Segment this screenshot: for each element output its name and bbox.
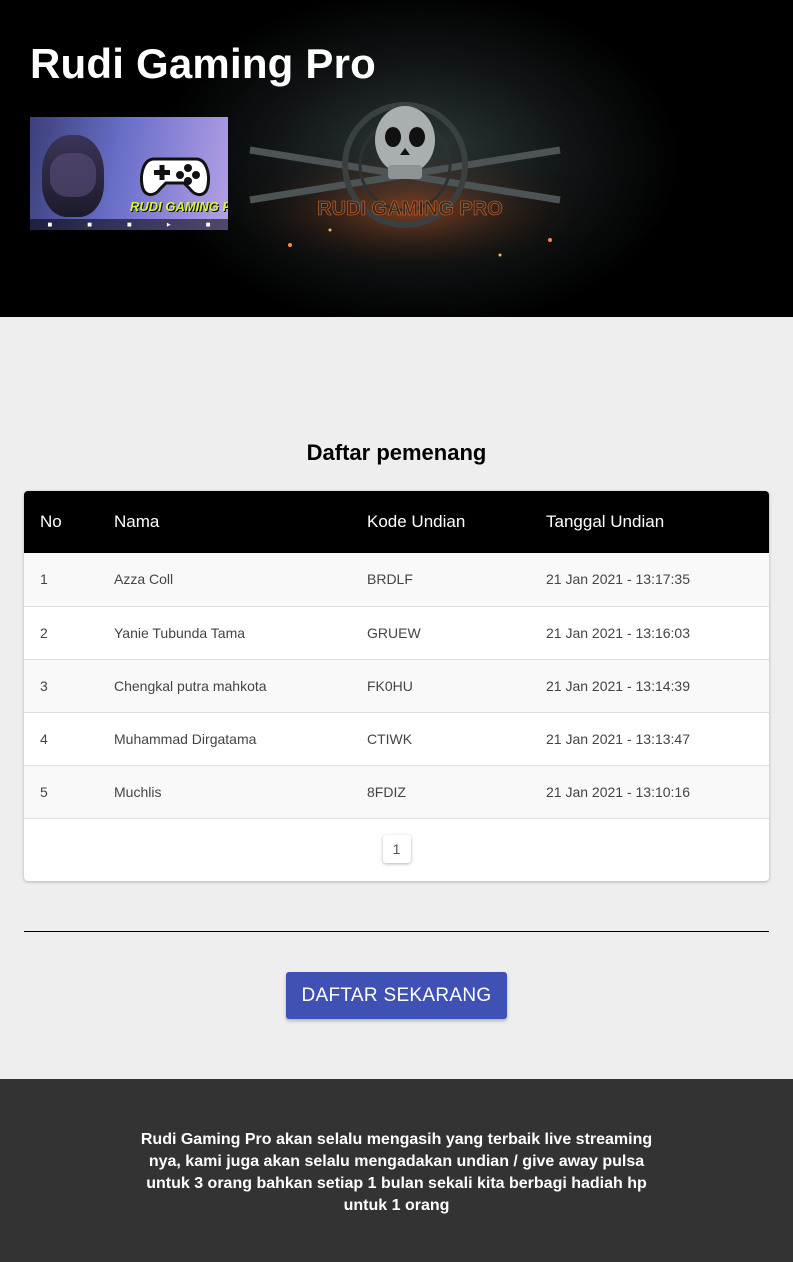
cell-no: 3 bbox=[40, 677, 48, 694]
table-header-row: No Nama Kode Undian Tanggal Undian bbox=[24, 491, 769, 553]
channel-avatar: RUDI GAMING PRO ■ ■ ■ ▶ ■ bbox=[30, 117, 228, 230]
table-row: 3 Chengkal putra mahkota FK0HU 21 Jan 20… bbox=[24, 659, 769, 712]
cell-tanggal: 21 Jan 2021 - 13:17:35 bbox=[546, 571, 691, 588]
social-strip: ■ ■ ■ ▶ ■ bbox=[30, 219, 228, 230]
youtube-icon: ▶ bbox=[166, 221, 171, 228]
winners-title: Daftar pemenang bbox=[306, 440, 487, 465]
hero-banner: Rudi Gaming Pro RUDI GAMING PRO RUDI GAM… bbox=[0, 0, 793, 317]
cell-nama: Muhammad Dirgatama bbox=[114, 730, 257, 747]
instagram-icon: ■ bbox=[127, 221, 132, 228]
cell-nama: Yanie Tubunda Tama bbox=[114, 624, 246, 641]
cell-nama: Muchlis bbox=[114, 783, 162, 800]
instagram-icon: ■ bbox=[47, 221, 53, 228]
cell-kode: BRDLF bbox=[367, 571, 413, 588]
cell-no: 4 bbox=[40, 730, 48, 747]
winners-table: No Nama Kode Undian Tanggal Undian 1 Azz… bbox=[24, 491, 769, 819]
cell-no: 5 bbox=[40, 783, 48, 800]
social-icon: ■ bbox=[205, 221, 211, 228]
cell-no: 1 bbox=[40, 571, 48, 588]
cell-tanggal: 21 Jan 2021 - 13:16:03 bbox=[546, 624, 691, 641]
cell-tanggal: 21 Jan 2021 - 13:14:39 bbox=[546, 677, 691, 694]
footer-description: Rudi Gaming Pro akan selalu mengasih yan… bbox=[140, 1131, 653, 1214]
cell-tanggal: 21 Jan 2021 - 13:10:16 bbox=[546, 783, 691, 800]
column-header-nama: Nama bbox=[114, 512, 160, 531]
column-header-kode-undian: Kode Undian bbox=[367, 512, 466, 531]
register-now-button[interactable]: DAFTAR SEKARANG bbox=[286, 972, 507, 1019]
pagination: 1 bbox=[24, 821, 769, 881]
table-row: 2 Yanie Tubunda Tama GRUEW 21 Jan 2021 -… bbox=[24, 606, 769, 659]
table-row: 4 Muhammad Dirgatama CTIWK 21 Jan 2021 -… bbox=[24, 712, 769, 765]
table-row: 1 Azza Coll BRDLF 21 Jan 2021 - 13:17:35 bbox=[24, 553, 769, 606]
column-header-tanggal-undian: Tanggal Undian bbox=[546, 512, 665, 531]
cell-nama: Azza Coll bbox=[114, 571, 174, 588]
cell-kode: GRUEW bbox=[367, 624, 421, 641]
column-header-no: No bbox=[40, 512, 62, 531]
cell-kode: FK0HU bbox=[367, 677, 413, 694]
cell-kode: 8FDIZ bbox=[367, 783, 406, 800]
facebook-icon: ■ bbox=[87, 221, 93, 228]
gamepad-icon bbox=[140, 157, 210, 196]
winners-card: No Nama Kode Undian Tanggal Undian 1 Azz… bbox=[24, 491, 769, 881]
cell-tanggal: 21 Jan 2021 - 13:13:47 bbox=[546, 730, 691, 747]
page-button-1[interactable]: 1 bbox=[382, 835, 411, 863]
cell-kode: CTIWK bbox=[367, 730, 413, 747]
skull-emblem-logo: RUDI GAMING PRO bbox=[230, 102, 600, 280]
cell-no: 2 bbox=[40, 624, 48, 641]
cell-nama: Chengkal putra mahkota bbox=[114, 677, 267, 694]
section-divider bbox=[24, 931, 769, 932]
avatar-brand-text: RUDI GAMING PRO bbox=[130, 199, 228, 214]
footer: Rudi Gaming Pro akan selalu mengasih yan… bbox=[0, 1079, 793, 1262]
table-row: 5 Muchlis 8FDIZ 21 Jan 2021 - 13:10:16 bbox=[24, 765, 769, 818]
banner-brand-text: RUDI GAMING PRO bbox=[317, 198, 503, 220]
